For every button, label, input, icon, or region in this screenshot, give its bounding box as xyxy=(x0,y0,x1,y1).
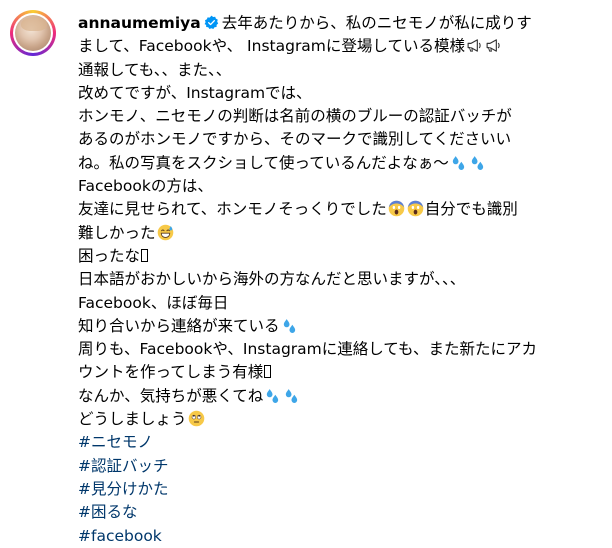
hashtag-link[interactable]: #見分けかた xyxy=(78,478,598,501)
caption-line-text: まして、Facebookや、 Instagramに登場している模様 xyxy=(78,37,465,56)
megaphone-icon xyxy=(486,39,500,53)
caption-line: Facebookの方は、 xyxy=(78,177,213,196)
megaphone-icon xyxy=(467,39,481,53)
caption-line-text: 知り合いから連絡が来ている xyxy=(78,316,280,335)
avatar[interactable] xyxy=(10,10,56,56)
caption-line: 通報しても、、また、、 xyxy=(78,60,232,79)
caption-line-text: 困ったな xyxy=(78,246,141,265)
caption-line: 困ったな xyxy=(78,245,598,268)
hashtag-link[interactable]: #認証バッチ xyxy=(78,455,598,478)
instagram-post-caption: annaumemiya 去年あたりから、私のニセモノが私に成りす まして、Fac… xyxy=(0,0,612,545)
caption-line: 友達に見せられて、ホンモノそっくりでした 自分でも識別 xyxy=(78,198,598,221)
username[interactable]: annaumemiya xyxy=(78,14,201,32)
caption-text: annaumemiya 去年あたりから、私のニセモノが私に成りす まして、Fac… xyxy=(78,12,598,548)
sweat-droplets-icon xyxy=(452,155,464,170)
hashtag-link[interactable]: #facebook xyxy=(78,525,598,548)
caption-line: annaumemiya 去年あたりから、私のニセモノが私に成りす xyxy=(78,12,598,35)
caption-line: 周りも、Facebookや、Instagramに連絡しても、また新たにアカ xyxy=(78,340,538,359)
caption-line: ね。私の写真をスクショして使っているんだよなぁ〜 xyxy=(78,152,598,175)
caption-line-text: どうしましょう xyxy=(78,410,187,429)
sweat-droplets-icon xyxy=(471,155,483,170)
caption-line: ウントを作ってしまう有様 xyxy=(78,361,598,384)
caption-line: 難しかった xyxy=(78,222,598,245)
caption-line: あるのがホンモノですから、そのマークで識別してくださいい xyxy=(78,130,512,149)
caption-line-text: 友達に見せられて、ホンモノそっくりでした xyxy=(78,200,387,219)
caption-line: Facebook、ほぼ毎日 xyxy=(78,293,229,312)
hashtag-link[interactable]: #困るな xyxy=(78,501,598,524)
caption-line: 改めてですが、Instagramでは、 xyxy=(78,83,312,102)
screaming-face-icon xyxy=(388,201,405,217)
caption-line: 知り合いから連絡が来ている xyxy=(78,315,598,338)
caption-line-text: ウントを作ってしまう有様 xyxy=(78,363,264,382)
sweat-droplets-icon xyxy=(267,388,279,403)
caption-line: まして、Facebookや、 Instagramに登場している模様 xyxy=(78,35,598,58)
caption-line: 日本語がおかしいから海外の方なんだと思いますが、、、 xyxy=(78,270,466,289)
caption-line-text: ね。私の写真をスクショして使っているんだよなぁ〜 xyxy=(78,153,449,172)
grinning-sweat-face-icon xyxy=(157,224,173,240)
caption-line-text: 去年あたりから、私のニセモノが私に成りす xyxy=(221,14,532,32)
caption-line: なんか、気持ちが悪くてね xyxy=(78,385,598,408)
missing-glyph-icon xyxy=(264,365,272,379)
sweat-droplets-icon xyxy=(286,388,298,403)
caption-line-text: なんか、気持ちが悪くてね xyxy=(78,386,264,405)
caption-line: どうしましょう xyxy=(78,408,598,431)
hashtag-link[interactable]: #ニセモノ xyxy=(78,431,598,454)
face-with-rolling-eyes-icon xyxy=(188,410,204,427)
verified-badge-icon xyxy=(204,15,218,29)
caption-line: ホンモノ、ニセモノの判断は名前の横のブルーの認証バッチが xyxy=(78,107,512,126)
sweat-droplets-icon xyxy=(283,318,295,333)
screaming-face-icon xyxy=(407,201,424,217)
caption-line-text: 自分でも識別 xyxy=(424,200,518,219)
caption-line-text: 難しかった xyxy=(78,223,156,242)
missing-glyph-icon xyxy=(141,248,149,262)
avatar-photo xyxy=(15,15,51,51)
